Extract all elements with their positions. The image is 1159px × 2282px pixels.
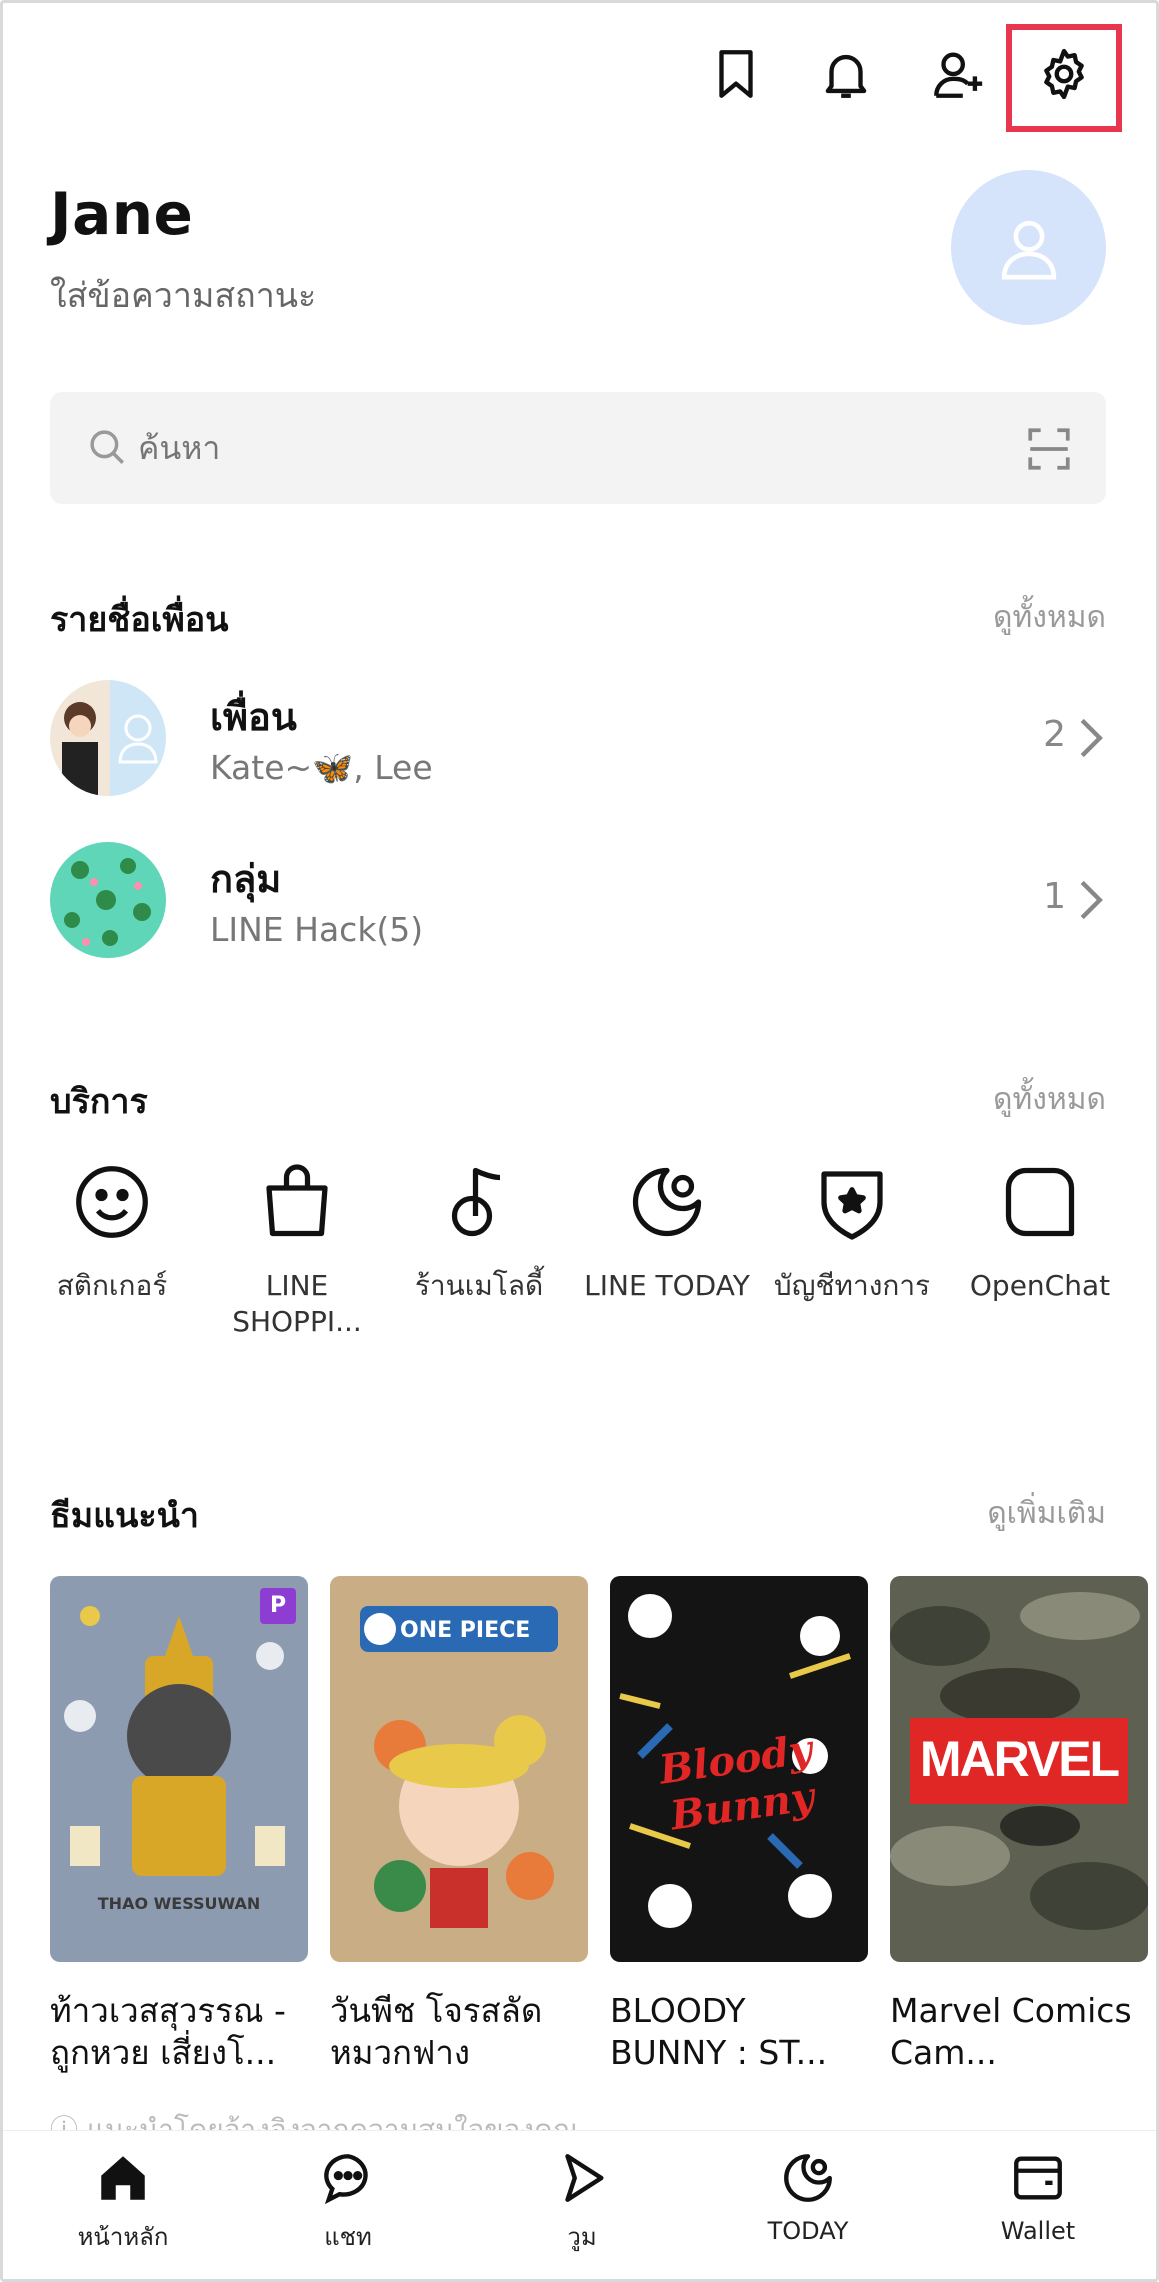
tab-voom-label: วูม xyxy=(567,2223,597,2251)
status-message[interactable]: ใส่ข้อความสถานะ xyxy=(50,268,316,322)
premium-badge: P xyxy=(260,1588,296,1624)
theme-card-text: MARVEL xyxy=(919,1731,1120,1787)
theme-card-one-piece[interactable]: ONE PIECE วันพีช โจรสลัด หมวกฟาง xyxy=(330,1576,588,2074)
chevron-right-icon xyxy=(1080,718,1103,758)
wallet-icon xyxy=(1014,2156,1062,2200)
themes-see-more-link[interactable]: ดูเพิ่มเติม xyxy=(987,1490,1106,1537)
bell-icon xyxy=(825,54,867,98)
add-friend-button[interactable] xyxy=(922,38,994,110)
chat-icon xyxy=(324,2154,368,2205)
theme-card-bloody-bunny[interactable]: Bloody Bunny BLOODY BUNNY : ST... xyxy=(610,1576,868,2074)
service-stickers[interactable]: สติกเกอร์ xyxy=(22,1160,202,1304)
tab-wallet[interactable]: Wallet xyxy=(963,2149,1113,2245)
theme-name: BLOODY BUNNY : ST... xyxy=(610,1991,828,2072)
service-label: ร้านเมโลดี้ xyxy=(414,1269,544,1302)
theme-name: วันพีช โจรสลัด หมวกฟาง xyxy=(330,1991,543,2072)
theme-thumbnail: MARVEL xyxy=(890,1576,1148,1962)
voom-icon xyxy=(565,2154,604,2202)
search-icon xyxy=(90,430,124,464)
theme-name: Marvel Comics Cam... xyxy=(890,1991,1132,2072)
friends-count: 2 xyxy=(1043,714,1066,755)
today-icon xyxy=(784,2154,832,2202)
bookmark-icon xyxy=(719,50,753,98)
today-icon xyxy=(632,1167,702,1237)
friends-row-title: เพื่อน xyxy=(210,695,297,739)
friends-thumbnail xyxy=(50,680,166,796)
friends-section-title: รายชื่อเพื่อน xyxy=(50,600,229,640)
person-icon xyxy=(1001,220,1056,279)
services-see-all-link[interactable]: ดูทั้งหมด xyxy=(993,1076,1106,1123)
groups-row-title: กลุ่ม xyxy=(210,857,282,901)
theme-thumbnail: Bloody Bunny xyxy=(610,1576,868,1962)
avatar[interactable] xyxy=(951,170,1106,325)
service-line-shopping[interactable]: LINE SHOPPI... xyxy=(207,1160,387,1340)
shield-star-icon xyxy=(821,1171,883,1240)
groups-row-subtitle: LINE Hack(5) xyxy=(210,910,424,949)
tab-today[interactable]: TODAY xyxy=(733,2149,883,2245)
tab-home-label: หน้าหลัก xyxy=(77,2223,169,2251)
music-note-icon xyxy=(451,1167,501,1237)
theme-thumbnail: THAO WESSUWAN P xyxy=(50,1576,308,1962)
service-label: LINE SHOPPI... xyxy=(232,1269,362,1338)
service-openchat[interactable]: OpenChat xyxy=(950,1160,1130,1304)
friends-see-all-link[interactable]: ดูทั้งหมด xyxy=(993,594,1106,641)
profile-name[interactable]: Jane xyxy=(50,180,193,248)
service-label: LINE TODAY xyxy=(584,1269,750,1302)
groups-thumbnail xyxy=(50,842,166,958)
service-melody-shop[interactable]: ร้านเมโลดี้ xyxy=(389,1160,569,1304)
service-label: สติกเกอร์ xyxy=(56,1269,168,1302)
friends-row[interactable]: เพื่อน Kate~🦋, Lee 2 xyxy=(50,680,1106,800)
openchat-icon xyxy=(1005,1167,1075,1237)
home-icon xyxy=(101,2156,145,2200)
tab-home[interactable]: หน้าหลัก xyxy=(48,2149,198,2256)
service-official-accounts[interactable]: บัญชีทางการ xyxy=(762,1160,942,1304)
chevron-right-icon xyxy=(1080,880,1103,920)
settings-highlight xyxy=(1006,24,1122,132)
qr-scan-icon[interactable] xyxy=(1024,424,1074,474)
themes-section-title: ธีมแนะนำ xyxy=(50,1496,199,1536)
theme-card-text: ONE PIECE xyxy=(400,1618,531,1643)
tab-chats[interactable]: แชท xyxy=(273,2149,423,2256)
tab-voom[interactable]: วูม xyxy=(507,2149,657,2256)
notifications-button[interactable] xyxy=(810,38,882,110)
theme-card-text: THAO WESSUWAN xyxy=(97,1894,261,1913)
add-friend-icon xyxy=(934,52,983,98)
tab-wallet-label: Wallet xyxy=(1000,2217,1076,2245)
smiley-icon xyxy=(76,1166,148,1238)
friends-row-subtitle: Kate~🦋, Lee xyxy=(210,748,433,787)
theme-thumbnail: ONE PIECE xyxy=(330,1576,588,1962)
search-input[interactable] xyxy=(138,418,938,478)
theme-card-marvel[interactable]: MARVEL Marvel Comics Cam... xyxy=(890,1576,1148,2074)
bottom-navigation: หน้าหลัก แชท วูม TODAY Wallet xyxy=(3,2130,1156,2279)
groups-count: 1 xyxy=(1043,876,1066,917)
shopping-bag-icon xyxy=(266,1164,328,1237)
search-bar[interactable] xyxy=(50,392,1106,504)
theme-name: ท้าวเวสสุวรรณ - ถูกหวย เสี่ยงโ... xyxy=(50,1991,286,2072)
bookmark-button[interactable] xyxy=(700,38,772,110)
service-label: OpenChat xyxy=(969,1269,1111,1302)
tab-chats-label: แชท xyxy=(324,2223,372,2251)
tab-today-label: TODAY xyxy=(767,2217,849,2245)
groups-row[interactable]: กลุ่ม LINE Hack(5) 1 xyxy=(50,842,1106,962)
service-label: บัญชีทางการ xyxy=(773,1269,931,1302)
services-section-title: บริการ xyxy=(50,1082,148,1122)
theme-card-thao-wessuwan[interactable]: THAO WESSUWAN P ท้าวเวสสุวรรณ - ถูกหวย เ… xyxy=(50,1576,308,2074)
service-line-today[interactable]: LINE TODAY xyxy=(577,1160,757,1304)
